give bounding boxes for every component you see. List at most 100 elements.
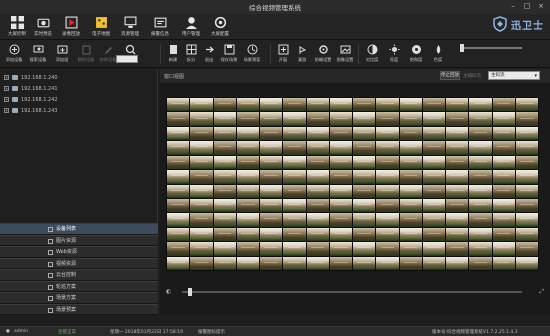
stop-playback-button[interactable]: 停止回放 bbox=[440, 71, 460, 80]
video-tile[interactable] bbox=[167, 98, 190, 112]
video-tile[interactable] bbox=[422, 155, 445, 170]
video-tile[interactable] bbox=[399, 155, 422, 170]
video-tile[interactable] bbox=[515, 227, 538, 242]
video-tile[interactable] bbox=[469, 213, 492, 227]
video-tile[interactable] bbox=[492, 126, 515, 141]
video-tile[interactable] bbox=[306, 184, 329, 198]
video-tile[interactable] bbox=[422, 98, 445, 112]
close-icon[interactable]: × bbox=[536, 2, 546, 11]
video-tile[interactable] bbox=[399, 141, 422, 155]
video-tile[interactable] bbox=[260, 141, 283, 155]
frontend-settings-button[interactable]: 前端设置 bbox=[313, 44, 333, 63]
video-tile[interactable] bbox=[329, 98, 352, 112]
video-tile[interactable] bbox=[469, 141, 492, 155]
video-tile[interactable] bbox=[376, 227, 399, 242]
video-tile[interactable] bbox=[353, 213, 376, 227]
video-tile[interactable] bbox=[329, 170, 352, 184]
device-node[interactable]: +192.168.1.243 bbox=[4, 106, 58, 115]
video-tile[interactable] bbox=[492, 155, 515, 170]
tab-alarm[interactable]: 报警信息 bbox=[147, 15, 173, 39]
video-tile[interactable] bbox=[492, 141, 515, 155]
video-tile[interactable] bbox=[167, 184, 190, 198]
contrast-button[interactable]: 对比度 bbox=[362, 44, 382, 63]
video-tile[interactable] bbox=[167, 112, 190, 126]
video-tile[interactable] bbox=[213, 112, 236, 126]
video-tile[interactable] bbox=[515, 170, 538, 184]
video-tile[interactable] bbox=[469, 184, 492, 198]
video-tile[interactable] bbox=[167, 170, 190, 184]
video-tile[interactable] bbox=[376, 155, 399, 170]
video-tile[interactable] bbox=[399, 213, 422, 227]
device-node[interactable]: +192.168.1.241 bbox=[4, 84, 58, 93]
video-tile[interactable] bbox=[446, 256, 469, 270]
video-tile[interactable] bbox=[190, 198, 213, 213]
image-settings-button[interactable]: 图像设置 bbox=[335, 44, 355, 63]
video-tile[interactable] bbox=[167, 213, 190, 227]
video-tile[interactable] bbox=[469, 98, 492, 112]
video-tile[interactable] bbox=[446, 98, 469, 112]
video-tile[interactable] bbox=[492, 227, 515, 242]
video-tile[interactable] bbox=[446, 155, 469, 170]
video-tile[interactable] bbox=[306, 242, 329, 256]
video-tile[interactable] bbox=[260, 112, 283, 126]
video-tile[interactable] bbox=[329, 126, 352, 141]
video-tile[interactable] bbox=[260, 126, 283, 141]
video-tile[interactable] bbox=[376, 98, 399, 112]
video-tile[interactable] bbox=[190, 155, 213, 170]
device-filter-input[interactable] bbox=[116, 55, 138, 63]
video-tile[interactable] bbox=[190, 242, 213, 256]
scene-plan-button[interactable]: 场景预案 bbox=[242, 44, 262, 63]
video-tile[interactable] bbox=[213, 98, 236, 112]
video-tile[interactable] bbox=[190, 213, 213, 227]
device-search-button[interactable] bbox=[120, 44, 140, 55]
video-tile[interactable] bbox=[283, 126, 306, 141]
video-tile[interactable] bbox=[492, 256, 515, 270]
playback-knob[interactable] bbox=[188, 288, 192, 296]
video-tile[interactable] bbox=[190, 141, 213, 155]
nav-tour-plan[interactable]: 轮巡方案 bbox=[0, 280, 158, 292]
video-tile[interactable] bbox=[236, 198, 259, 213]
video-tile[interactable] bbox=[167, 227, 190, 242]
video-tile[interactable] bbox=[376, 141, 399, 155]
video-tile[interactable] bbox=[260, 256, 283, 270]
video-tile[interactable] bbox=[283, 256, 306, 270]
video-tile[interactable] bbox=[190, 256, 213, 270]
video-tile[interactable] bbox=[376, 242, 399, 256]
video-tile[interactable] bbox=[260, 170, 283, 184]
video-tile[interactable] bbox=[515, 198, 538, 213]
video-tile[interactable] bbox=[376, 126, 399, 141]
exit-button[interactable]: 退出 bbox=[199, 44, 219, 63]
video-tile[interactable] bbox=[260, 184, 283, 198]
video-tile[interactable] bbox=[469, 227, 492, 242]
delete-device-button[interactable]: 删除设备 bbox=[76, 44, 96, 63]
expand-icon[interactable]: + bbox=[4, 108, 9, 113]
tab-wall-config[interactable]: 大屏配置 bbox=[207, 15, 233, 39]
tab-wall-control[interactable]: 大屏控制 bbox=[4, 15, 30, 39]
video-tile[interactable] bbox=[190, 112, 213, 126]
video-tile[interactable] bbox=[329, 213, 352, 227]
video-tile[interactable] bbox=[515, 155, 538, 170]
slider-thumb[interactable] bbox=[460, 44, 464, 52]
video-tile[interactable] bbox=[492, 184, 515, 198]
video-tile[interactable] bbox=[446, 198, 469, 213]
video-tile[interactable] bbox=[306, 112, 329, 126]
video-tile[interactable] bbox=[329, 227, 352, 242]
video-tile[interactable] bbox=[236, 98, 259, 112]
video-tile[interactable] bbox=[422, 184, 445, 198]
video-tile[interactable] bbox=[399, 126, 422, 141]
stream-select[interactable]: 主码流 ▾ bbox=[488, 71, 540, 80]
video-tile[interactable] bbox=[260, 242, 283, 256]
video-tile[interactable] bbox=[515, 184, 538, 198]
expand-icon[interactable]: + bbox=[4, 97, 9, 102]
video-tile[interactable] bbox=[213, 155, 236, 170]
video-tile[interactable] bbox=[469, 155, 492, 170]
video-tile[interactable] bbox=[353, 170, 376, 184]
video-tile[interactable] bbox=[213, 184, 236, 198]
video-tile[interactable] bbox=[446, 227, 469, 242]
video-tile[interactable] bbox=[329, 198, 352, 213]
video-tile[interactable] bbox=[515, 256, 538, 270]
video-tile[interactable] bbox=[260, 98, 283, 112]
video-tile[interactable] bbox=[376, 170, 399, 184]
nav-device-list[interactable]: 设备列表 bbox=[0, 223, 158, 235]
video-tile[interactable] bbox=[376, 256, 399, 270]
